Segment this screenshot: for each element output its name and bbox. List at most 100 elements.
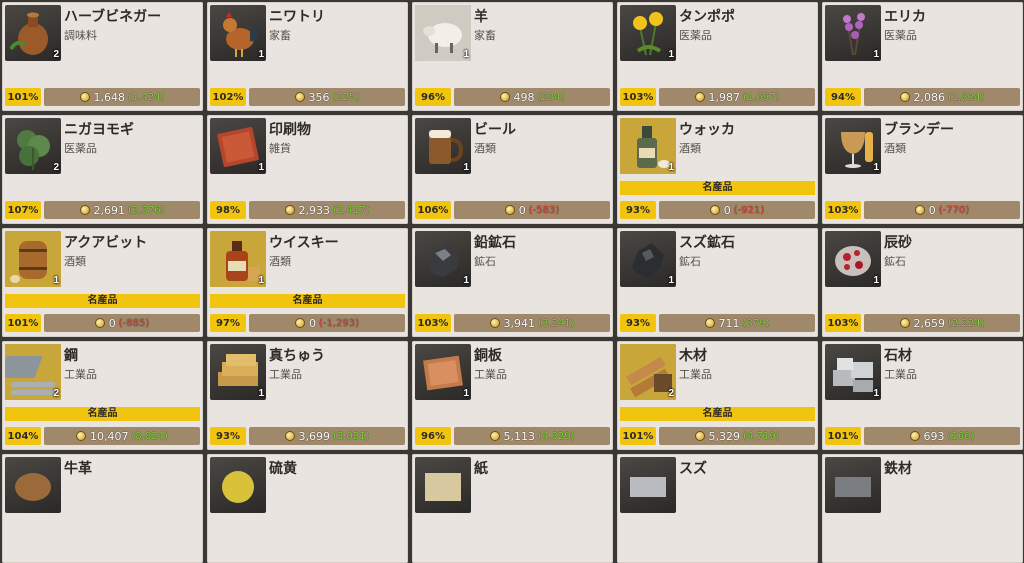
quantity-badge: 1: [463, 388, 469, 399]
goods-card-12[interactable]: 1 鉛鉱石 鉱石 103% 3,941 (3,241): [412, 228, 613, 337]
goods-category: 雑貨: [269, 142, 291, 155]
price-percent: 104%: [5, 427, 41, 445]
goods-card-3[interactable]: 1 タンポポ 医薬品 103% 1,987 (1,697): [617, 2, 818, 111]
price-difference: (4,719): [743, 430, 780, 442]
goods-card-20[interactable]: 牛革: [2, 454, 203, 563]
goods-card-2[interactable]: 1 羊 家畜 96% 498 (204): [412, 2, 613, 111]
quantity-badge: 1: [463, 275, 469, 286]
coin-icon: [489, 318, 500, 328]
price-percent: 106%: [415, 201, 451, 219]
copper-plate-icon: 1: [415, 344, 471, 400]
quantity-badge: 1: [873, 388, 879, 399]
price-row: 101% 693 (160): [825, 427, 1020, 445]
price-box: 0 (-583): [454, 201, 610, 219]
goods-name: ニワトリ: [269, 9, 325, 25]
quantity-badge: 1: [463, 49, 469, 60]
goods-category: 医薬品: [679, 29, 712, 42]
goods-card-16[interactable]: 1 真ちゅう 工業品 93% 3,699 (3,021): [207, 341, 408, 450]
heather-icon: 1: [825, 5, 881, 61]
chicken-icon: 1: [210, 5, 266, 61]
price-row: 101% 5,329 (4,719): [620, 427, 815, 445]
price-percent: 94%: [825, 88, 861, 106]
goods-category: 酒類: [64, 255, 86, 268]
price-difference: (3,241): [538, 317, 575, 329]
goods-card-15[interactable]: 2 鋼 工業品 名産品 104% 10,407 (8,824): [2, 341, 203, 450]
stone-icon: 1: [825, 344, 881, 400]
price-value: 0: [723, 203, 731, 217]
goods-card-24[interactable]: 鉄材: [822, 454, 1023, 563]
wormwood-icon: 2: [5, 118, 61, 174]
lead-ore-icon: 1: [415, 231, 471, 287]
goods-card-21[interactable]: 硫黄: [207, 454, 408, 563]
goods-card-10[interactable]: 1 アクアビット 酒類 名産品 101% 0 (-885): [2, 228, 203, 337]
price-difference: (2,376): [128, 204, 165, 216]
leather-icon: [5, 457, 61, 513]
price-percent: 93%: [620, 201, 656, 219]
sheep-icon: 1: [415, 5, 471, 61]
quantity-badge: 2: [53, 162, 59, 173]
goods-card-14[interactable]: 1 辰砂 鉱石 103% 2,659 (2,224): [822, 228, 1023, 337]
price-difference: (2,417): [333, 204, 370, 216]
goods-card-17[interactable]: 1 銅板 工業品 96% 5,113 (4,329): [412, 341, 613, 450]
price-row: 98% 2,933 (2,417): [210, 201, 405, 219]
goods-name: スズ鉱石: [679, 235, 735, 251]
price-value: 498: [513, 90, 535, 104]
goods-card-6[interactable]: 1 印刷物 雑貨 98% 2,933 (2,417): [207, 115, 408, 224]
price-value: 1,987: [708, 90, 741, 104]
goods-name: 鉄材: [884, 461, 912, 477]
coin-icon: [899, 92, 910, 102]
price-row: 93% 711 (379): [620, 314, 815, 332]
goods-category: 酒類: [679, 142, 701, 155]
tin-ore-icon: 1: [620, 231, 676, 287]
price-percent: 101%: [825, 427, 861, 445]
price-difference: (1,424): [128, 91, 165, 103]
goods-card-4[interactable]: 1 エリカ 医薬品 94% 2,086 (1,834): [822, 2, 1023, 111]
goods-name: エリカ: [884, 9, 926, 25]
coin-icon: [294, 318, 305, 328]
goods-card-0[interactable]: 2 ハーブビネガー 調味料 101% 1,648 (1,424): [2, 2, 203, 111]
coin-icon: [284, 431, 295, 441]
price-difference: (2,224): [948, 317, 985, 329]
specialty-banner: 名産品: [5, 294, 200, 308]
quantity-badge: 1: [668, 49, 674, 60]
goods-card-9[interactable]: 1 ブランデー 酒類 103% 0 (-770): [822, 115, 1023, 224]
goods-card-5[interactable]: 2 ニガヨモギ 医薬品 107% 2,691 (2,376): [2, 115, 203, 224]
goods-card-8[interactable]: 1 ウォッカ 酒類 名産品 93% 0 (-921): [617, 115, 818, 224]
barrel-icon: 1: [5, 231, 61, 287]
goods-card-11[interactable]: 1 ウイスキー 酒類 名産品 97% 0 (-1,293): [207, 228, 408, 337]
goods-card-1[interactable]: 1 ニワトリ 家畜 102% 356 (225): [207, 2, 408, 111]
quantity-badge: 1: [258, 162, 264, 173]
price-value: 3,941: [503, 316, 536, 330]
specialty-banner: 名産品: [210, 294, 405, 308]
quantity-badge: 1: [258, 388, 264, 399]
price-row: 103% 1,987 (1,697): [620, 88, 815, 106]
coin-icon: [76, 431, 87, 441]
goods-card-7[interactable]: 1 ビール 酒類 106% 0 (-583): [412, 115, 613, 224]
price-percent: 93%: [210, 427, 246, 445]
goods-name: タンポポ: [679, 9, 735, 25]
goods-card-22[interactable]: 紙: [412, 454, 613, 563]
quantity-badge: 1: [873, 162, 879, 173]
goods-card-19[interactable]: 1 石材 工業品 101% 693 (160): [822, 341, 1023, 450]
price-difference: (1,697): [743, 91, 780, 103]
coin-icon: [909, 431, 920, 441]
goods-name: ハーブビネガー: [64, 9, 162, 25]
goods-category: 鉱石: [679, 255, 701, 268]
coin-icon: [694, 431, 705, 441]
goods-card-23[interactable]: スズ: [617, 454, 818, 563]
goods-name: アクアビット: [64, 235, 148, 251]
goods-card-18[interactable]: 2 木材 工業品 名産品 101% 5,329 (4,719): [617, 341, 818, 450]
goods-name: スズ: [679, 461, 707, 477]
specialty-banner: 名産品: [620, 181, 815, 195]
market-goods-grid: 2 ハーブビネガー 調味料 101% 1,648 (1,424) 1 ニワトリ …: [0, 0, 1024, 563]
price-box: 3,941 (3,241): [454, 314, 610, 332]
price-row: 96% 498 (204): [415, 88, 610, 106]
price-value: 3,699: [298, 429, 331, 443]
price-box: 3,699 (3,021): [249, 427, 405, 445]
goods-name: 真ちゅう: [269, 348, 325, 364]
goods-category: 工業品: [679, 368, 712, 381]
goods-card-13[interactable]: 1 スズ鉱石 鉱石 93% 711 (379): [617, 228, 818, 337]
goods-name: 牛革: [64, 461, 92, 477]
price-box: 5,329 (4,719): [659, 427, 815, 445]
goods-name: 銅板: [474, 348, 502, 364]
